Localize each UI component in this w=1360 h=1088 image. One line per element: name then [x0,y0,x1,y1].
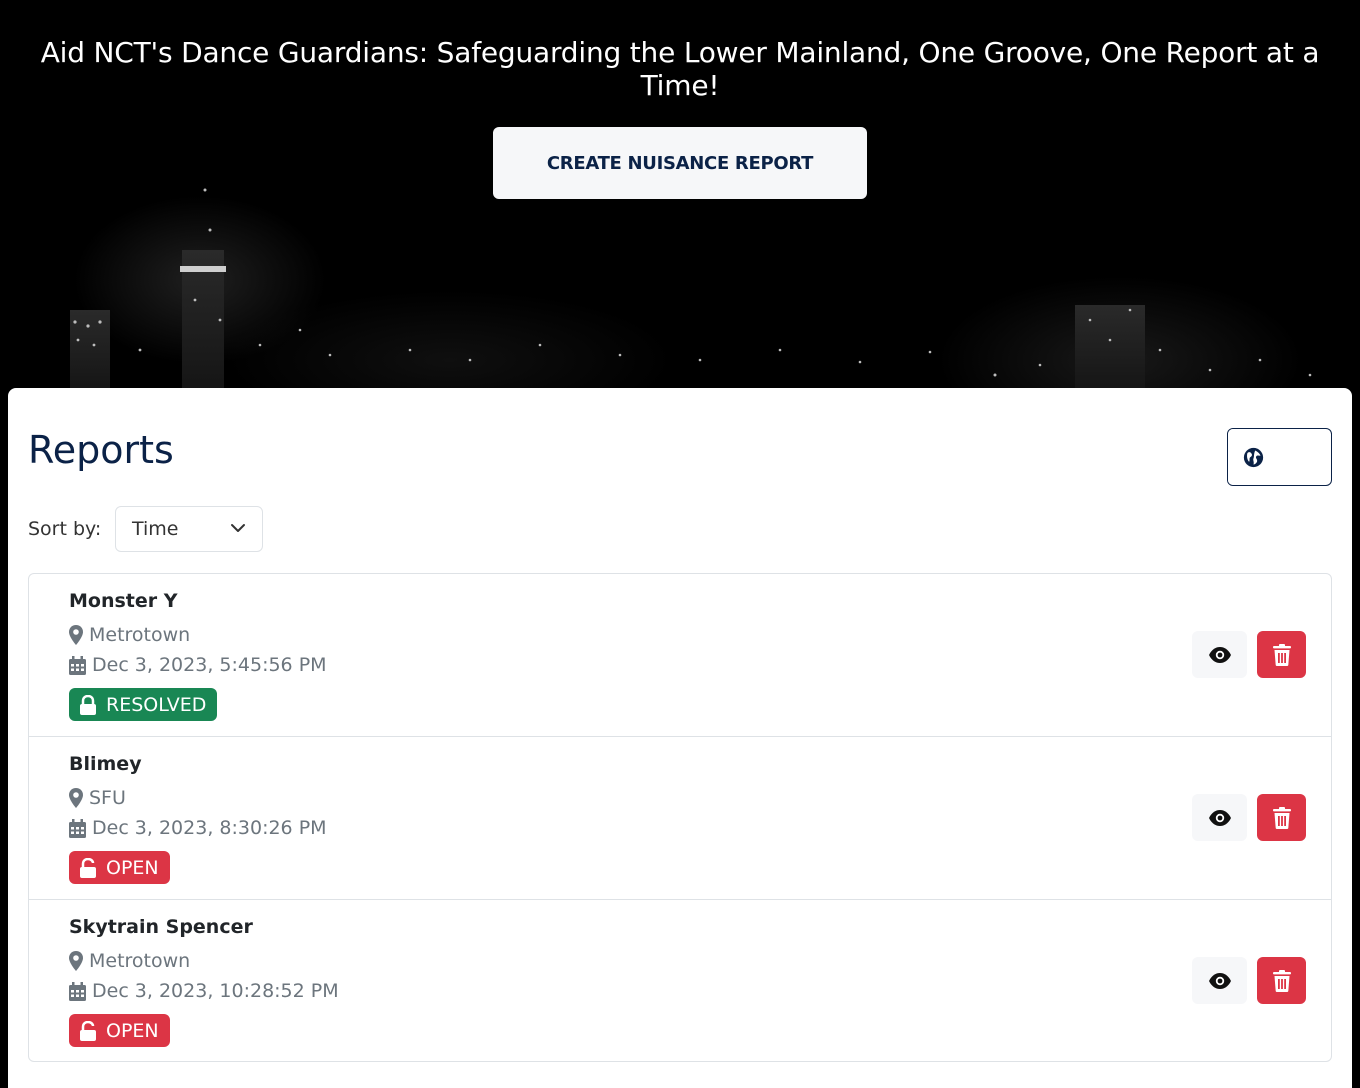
status-badge-text: OPEN [106,856,159,879]
report-name: Blimey [69,753,142,775]
map-pin-icon [69,951,83,971]
report-datetime-text: Dec 3, 2023, 5:45:56 PM [92,654,327,676]
report-location: SFU [69,787,126,809]
report-location-text: Metrotown [89,950,191,972]
map-pin-icon [69,625,83,645]
trash-icon [1272,969,1291,992]
reports-list: Monster Y Metrotown Dec 3, 2023, 5:45:56… [28,573,1332,1062]
report-name: Monster Y [69,590,178,612]
status-badge: RESOLVED [69,688,218,721]
status-badge-text: OPEN [106,1019,159,1042]
trash-icon [1272,806,1291,829]
lock-open-icon [80,1020,96,1041]
view-report-button[interactable] [1192,794,1247,841]
sort-label: Sort by: [28,518,102,540]
eye-icon [1208,972,1231,989]
status-badge: OPEN [69,851,170,884]
eye-icon [1208,646,1231,663]
reports-panel: Reports Sort by: Time Monster Y Metrotow… [8,388,1352,1088]
report-name: Skytrain Spencer [69,916,253,938]
map-pin-icon [69,788,83,808]
reports-title: Reports [28,428,174,472]
chevron-down-icon [231,524,245,532]
delete-report-button[interactable] [1257,631,1306,678]
delete-report-button[interactable] [1257,957,1306,1004]
report-datetime: Dec 3, 2023, 8:30:26 PM [69,817,327,839]
view-toggle [1227,428,1332,486]
report-location-text: Metrotown [89,624,191,646]
report-location-text: SFU [89,787,126,809]
report-datetime: Dec 3, 2023, 10:28:52 PM [69,980,339,1002]
calendar-icon [69,981,86,1001]
status-badge: OPEN [69,1014,170,1047]
report-datetime-text: Dec 3, 2023, 8:30:26 PM [92,817,327,839]
view-report-button[interactable] [1192,957,1247,1004]
report-location: Metrotown [69,950,190,972]
lock-open-icon [80,857,96,878]
lock-icon [80,694,96,715]
calendar-icon [69,818,86,838]
report-datetime-text: Dec 3, 2023, 10:28:52 PM [92,980,339,1002]
list-item: Monster Y Metrotown Dec 3, 2023, 5:45:56… [29,574,1331,737]
globe-icon [1243,447,1264,467]
eye-icon [1208,809,1231,826]
trash-icon [1272,643,1291,666]
status-badge-text: RESOLVED [106,693,207,716]
report-datetime: Dec 3, 2023, 5:45:56 PM [69,654,327,676]
calendar-icon [69,655,86,675]
list-item: Blimey SFU Dec 3, 2023, 8:30:26 PM OPEN [29,737,1331,900]
delete-report-button[interactable] [1257,794,1306,841]
view-report-button[interactable] [1192,631,1247,678]
sort-selected-value: Time [132,518,179,540]
map-view-button[interactable] [1228,429,1279,485]
page-headline: Aid NCT's Dance Guardians: Safeguarding … [40,36,1320,102]
report-location: Metrotown [69,624,190,646]
create-nuisance-report-button[interactable]: CREATE NUISANCE REPORT [493,127,867,199]
list-item: Skytrain Spencer Metrotown Dec 3, 2023, … [29,900,1331,1061]
sort-select[interactable]: Time [115,506,263,552]
